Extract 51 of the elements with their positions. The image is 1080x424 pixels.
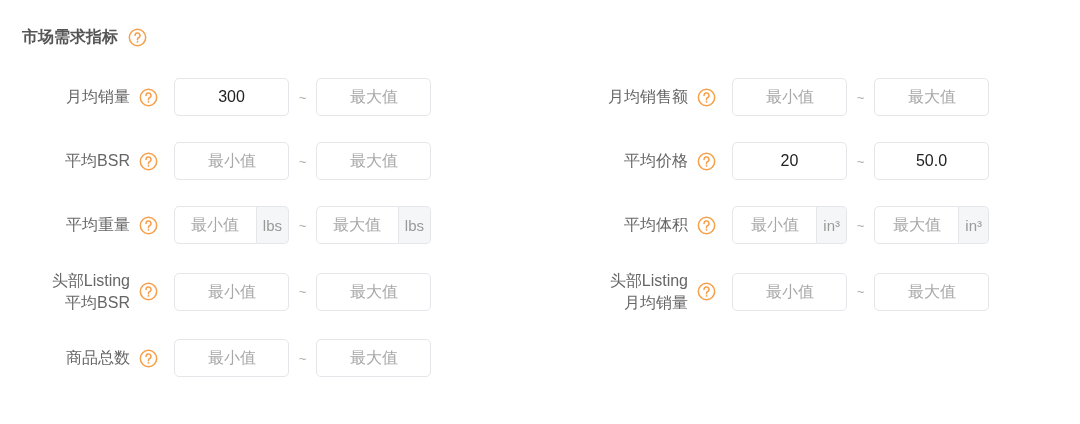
- input-field[interactable]: 最小值: [732, 272, 847, 311]
- range-separator: ~: [297, 350, 308, 366]
- input-field[interactable]: 最大值: [316, 142, 431, 180]
- range-separator: ~: [297, 217, 308, 233]
- help-icon[interactable]: [139, 215, 158, 235]
- help-icon[interactable]: [128, 28, 147, 47]
- range-separator: ~: [855, 217, 866, 233]
- input-field[interactable]: 300: [174, 78, 289, 116]
- input-field[interactable]: 最小值: [174, 142, 289, 180]
- range-separator: ~: [297, 153, 308, 169]
- range-separator: ~: [855, 153, 866, 169]
- help-icon[interactable]: [697, 151, 716, 171]
- unit-label: lbs: [256, 206, 289, 244]
- input-field[interactable]: 最大值: [316, 339, 431, 378]
- field-label: 月均销量: [66, 87, 130, 108]
- input-field[interactable]: 最小值: [174, 272, 289, 311]
- input-field[interactable]: 最大值: [316, 206, 399, 244]
- field-label: 平均价格: [624, 151, 688, 172]
- input-field[interactable]: 最大值: [874, 78, 989, 116]
- range-separator: ~: [297, 284, 308, 300]
- help-icon[interactable]: [139, 87, 158, 107]
- help-icon[interactable]: [697, 282, 716, 302]
- field-label: 平均BSR: [65, 151, 130, 172]
- input-field[interactable]: 最小值: [732, 206, 818, 244]
- unit-label: in³: [817, 206, 847, 244]
- input-field[interactable]: 最小值: [174, 206, 257, 244]
- help-icon[interactable]: [139, 282, 158, 302]
- field-label: 头部Listing 月均销量: [609, 271, 688, 313]
- input-field[interactable]: 最大值: [874, 206, 960, 244]
- field-label: 平均重量: [66, 215, 130, 236]
- field-label: 月均销售额: [608, 87, 688, 108]
- input-field[interactable]: 最小值: [174, 339, 289, 378]
- help-icon[interactable]: [697, 87, 716, 107]
- field-label: 平均体积: [624, 215, 688, 236]
- range-separator: ~: [855, 284, 866, 300]
- help-icon[interactable]: [139, 151, 158, 171]
- help-icon[interactable]: [139, 348, 158, 368]
- unit-label: lbs: [398, 206, 431, 244]
- range-separator: ~: [855, 89, 866, 105]
- input-field[interactable]: 最大值: [316, 78, 431, 116]
- field-label: 头部Listing 平均BSR: [51, 271, 130, 313]
- unit-label: in³: [959, 206, 989, 244]
- input-field[interactable]: 20: [732, 142, 847, 180]
- help-icon[interactable]: [697, 215, 716, 235]
- range-separator: ~: [297, 89, 308, 105]
- input-field[interactable]: 最小值: [732, 78, 847, 116]
- section-title: 市场需求指标: [22, 27, 118, 47]
- input-field[interactable]: 最大值: [316, 272, 431, 311]
- input-field[interactable]: 50.0: [874, 142, 989, 180]
- field-label: 商品总数: [66, 348, 130, 369]
- input-field[interactable]: 最大值: [874, 272, 989, 311]
